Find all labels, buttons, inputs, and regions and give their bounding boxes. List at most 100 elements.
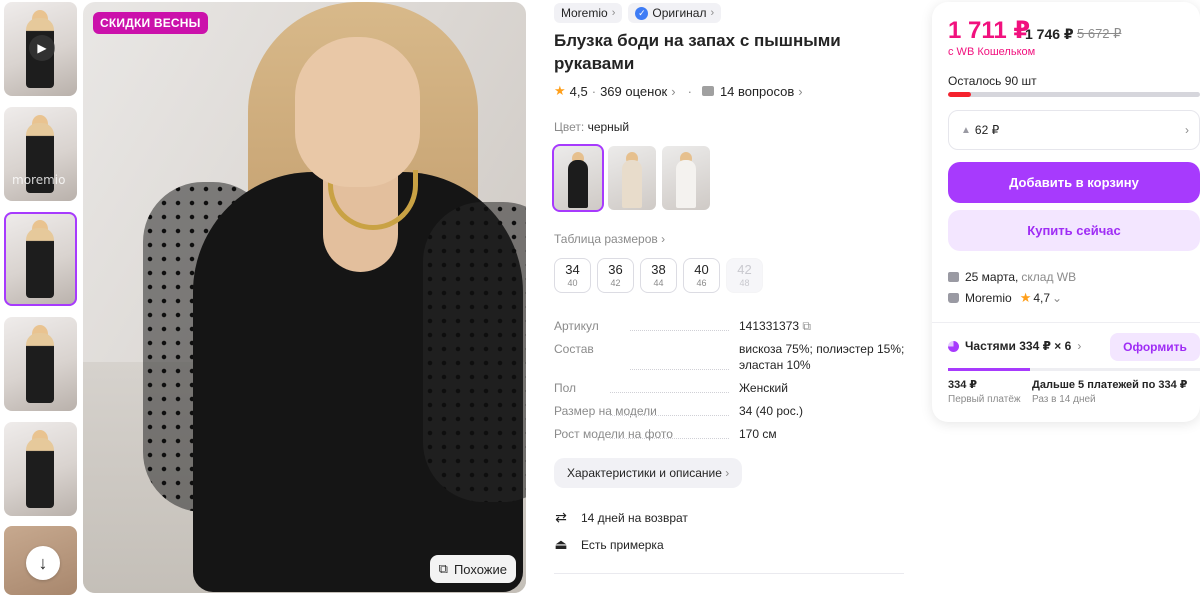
- stock-progress-fill: [948, 92, 971, 97]
- rating-value: 4,5: [569, 83, 588, 99]
- chevron-right-icon: ›: [661, 232, 666, 246]
- question-bubble-icon: [701, 86, 714, 96]
- similar-label: Похожие: [453, 561, 507, 577]
- size-option[interactable]: 36 42: [597, 258, 634, 293]
- service-label: Есть примерка: [581, 537, 664, 552]
- size-value: 42: [737, 262, 752, 277]
- chevron-right-icon: ›: [1185, 123, 1189, 137]
- wallet-note: с WB Кошельком: [948, 46, 1036, 58]
- color-swatch-white[interactable]: [662, 146, 710, 210]
- description-button[interactable]: Характеристики и описание ›: [554, 458, 743, 488]
- installments-apply-button[interactable]: Оформить: [1110, 333, 1200, 361]
- color-swatch-black[interactable]: [552, 144, 604, 212]
- size-option[interactable]: 34 40: [554, 258, 591, 293]
- reviews-link[interactable]: 369 оценок: [600, 84, 667, 99]
- brand-name: Moremio: [561, 6, 608, 20]
- scroll-down-arrow-icon[interactable]: ↓: [26, 546, 60, 580]
- swatch-figure: [568, 160, 588, 208]
- price-without-wallet: 1 746 ₽: [1025, 26, 1074, 42]
- verified-check-icon: ✓: [635, 6, 649, 20]
- stock-note: Осталось 90 шт: [948, 74, 1037, 88]
- size-ru: 42: [610, 278, 621, 288]
- size-ru: 46: [696, 278, 707, 288]
- thumbnail-image[interactable]: [4, 422, 77, 516]
- spec-value: Женский: [739, 381, 788, 395]
- star-icon: ★: [1019, 290, 1032, 305]
- brand-chips: Moremio › ✓ Оригинал ›: [554, 3, 722, 23]
- size-value: 40: [694, 262, 709, 277]
- product-title: Блузка боди на запах с пышными рукавами: [554, 31, 841, 73]
- size-option[interactable]: 40 46: [683, 258, 720, 293]
- price-current: 1 711 ₽: [948, 17, 1031, 44]
- spec-value: 170 см: [739, 427, 777, 441]
- spec-row: Состав вискоза 75%; полиэстер 15%; эласт…: [554, 341, 909, 373]
- questions-link[interactable]: 14 вопросов: [720, 84, 794, 99]
- main-product-photo[interactable]: СКИДКИ ВЕСНЫ ⧉ Похожие: [83, 2, 526, 593]
- color-swatch-beige[interactable]: [608, 146, 656, 210]
- swatch-figure: [622, 160, 642, 208]
- next-payments-amount: Дальше 5 платежей по 334 ₽: [1032, 379, 1188, 391]
- delivery-row: 25 марта, склад WB: [948, 270, 1076, 284]
- spec-row: Артикул 141331373 ⧉: [554, 318, 909, 334]
- spec-value: 141331373 ⧉: [739, 318, 909, 334]
- brand-chip[interactable]: Moremio ›: [554, 3, 623, 23]
- star-icon: ★: [554, 83, 566, 98]
- seller-rating: 4,7: [1033, 291, 1051, 305]
- thumbnail-size-chart[interactable]: ↓: [4, 526, 77, 595]
- buy-now-button[interactable]: Купить сейчас: [948, 210, 1200, 251]
- size-option-unavailable: 42 48: [726, 258, 763, 293]
- service-return: ⇄ 14 дней на возврат: [554, 509, 688, 526]
- installments-label[interactable]: Частями 334 ₽ × 6 ›: [948, 339, 1081, 353]
- hanger-icon: ⏏: [554, 536, 568, 552]
- seller-row[interactable]: Moremio ★ 4,7 ⌄: [948, 290, 1062, 306]
- rating-row: ★ 4,5 · 369 оценок › · 14 вопросов ›: [554, 83, 803, 99]
- description-button-label: Характеристики и описание: [567, 466, 722, 480]
- watermark: moremio: [12, 173, 66, 187]
- thumbnail-image-selected[interactable]: [4, 212, 77, 306]
- copy-icon[interactable]: ⧉: [802, 319, 811, 333]
- similar-button[interactable]: ⧉ Похожие: [429, 555, 516, 583]
- original-chip[interactable]: ✓ Оригинал ›: [628, 3, 722, 23]
- thumbnail-image[interactable]: [4, 317, 77, 411]
- model-figure: [26, 228, 54, 298]
- chevron-right-icon: ›: [725, 466, 730, 480]
- separator-dot: ·: [687, 83, 692, 99]
- divider: [932, 322, 1200, 323]
- size-ru: 40: [567, 278, 578, 288]
- divider: [554, 573, 904, 574]
- add-to-cart-button[interactable]: Добавить в корзину: [948, 162, 1200, 203]
- play-icon[interactable]: ▶: [29, 35, 55, 61]
- spec-row: Размер на модели 34 (40 рос.): [554, 403, 909, 419]
- bonus-row[interactable]: ▲ 62 ₽ ›: [948, 110, 1200, 150]
- color-swatches: [552, 144, 710, 212]
- size-value: 36: [608, 262, 623, 277]
- first-payment-amount: 334 ₽: [948, 379, 978, 391]
- chevron-right-icon: ›: [671, 83, 676, 99]
- separator-dot: ·: [591, 83, 597, 99]
- chevron-down-icon: ⌄: [1052, 291, 1063, 305]
- photo-sleeve-right: [423, 202, 526, 502]
- article-number: 141331373: [739, 319, 800, 333]
- photo-face: [295, 37, 420, 187]
- thumbnail-video[interactable]: ▶: [4, 2, 77, 96]
- size-ru: 48: [739, 278, 750, 288]
- spec-list: Артикул 141331373 ⧉ Состав вискоза 75%; …: [554, 318, 909, 449]
- thumbnail-image[interactable]: moremio: [4, 107, 77, 201]
- size-option[interactable]: 38 44: [640, 258, 677, 293]
- spec-key: Артикул: [554, 318, 739, 334]
- size-value: 38: [651, 262, 666, 277]
- shop-icon: [948, 293, 959, 303]
- model-figure: [26, 438, 54, 508]
- chevron-right-icon: ›: [611, 7, 616, 19]
- buy-panel: 1 711 ₽ 1 746 ₽ 5 672 ₽ с WB Кошельком О…: [932, 2, 1200, 422]
- bonus-value: 62 ₽: [974, 123, 1000, 137]
- size-table-link[interactable]: Таблица размеров ›: [554, 232, 665, 246]
- spec-row: Рост модели на фото 170 см: [554, 426, 909, 442]
- seller-name[interactable]: Moremio: [965, 291, 1012, 305]
- stock-progress: [948, 92, 1200, 97]
- return-arrows-icon: ⇄: [555, 509, 567, 525]
- spec-key: Пол: [554, 380, 739, 396]
- chevron-right-icon: ›: [1077, 339, 1082, 353]
- next-payments-note: Раз в 14 дней: [1032, 394, 1096, 405]
- pie-chart-icon: [948, 340, 959, 352]
